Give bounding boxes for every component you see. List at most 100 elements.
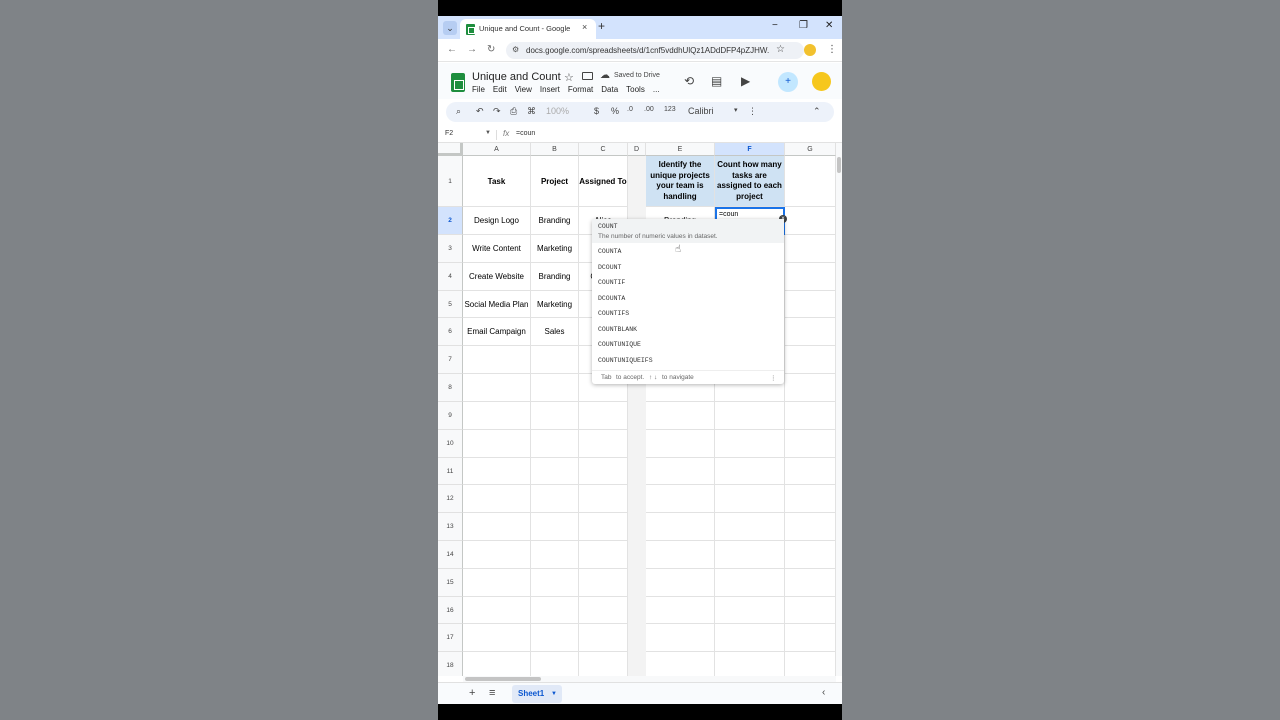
cell-a15[interactable] <box>463 569 531 597</box>
select-all-corner[interactable] <box>438 143 463 156</box>
row-header-5[interactable]: 5 <box>438 291 463 318</box>
avatar[interactable] <box>812 72 831 91</box>
redo-icon[interactable]: ↷ <box>493 106 501 117</box>
cell-b2[interactable]: Branding <box>531 207 579 235</box>
row-header-2[interactable]: 2 <box>438 207 463 235</box>
forward-icon[interactable]: → <box>467 44 477 55</box>
row-header-18[interactable]: 18 <box>438 652 463 676</box>
profile-icon[interactable] <box>804 44 816 56</box>
cell-g6[interactable] <box>785 318 836 346</box>
cell-g14[interactable] <box>785 541 836 569</box>
cell-g1[interactable] <box>785 156 836 207</box>
row-header-11[interactable]: 11 <box>438 458 463 485</box>
back-icon[interactable]: ← <box>447 44 457 55</box>
cell-b8[interactable] <box>531 374 579 402</box>
row-header-3[interactable]: 3 <box>438 235 463 263</box>
menu-file[interactable]: File <box>472 85 485 94</box>
cell-e9[interactable] <box>646 402 715 430</box>
cell-g5[interactable] <box>785 291 836 318</box>
cell-b7[interactable] <box>531 346 579 374</box>
cell-b15[interactable] <box>531 569 579 597</box>
currency-button[interactable]: $ <box>594 106 599 116</box>
all-sheets-icon[interactable]: ≡ <box>489 687 495 699</box>
cell-c17[interactable] <box>579 624 628 652</box>
cell-g13[interactable] <box>785 513 836 541</box>
row-header-4[interactable]: 4 <box>438 263 463 291</box>
cell-g9[interactable] <box>785 402 836 430</box>
search-menus-icon[interactable]: ⌕ <box>456 106 461 117</box>
autocomplete-item[interactable]: DCOUNT <box>598 264 621 271</box>
share-icon[interactable]: + <box>778 72 798 92</box>
cell-f1[interactable]: Count how many tasks are assigned to eac… <box>715 156 785 207</box>
move-folder-icon[interactable] <box>582 72 593 80</box>
autocomplete-item[interactable]: COUNTBLANK <box>598 326 637 333</box>
bookmark-star-icon[interactable]: ☆ <box>776 44 785 55</box>
autocomplete-item[interactable]: COUNTUNIQUE <box>598 341 641 348</box>
name-box[interactable]: F2 <box>445 130 453 137</box>
browser-menu-icon[interactable]: ⋮ <box>827 44 837 55</box>
cell-b6[interactable]: Sales <box>531 318 579 346</box>
cell-c15[interactable] <box>579 569 628 597</box>
spreadsheet-grid[interactable]: A B C D E F G 1 Task Project Assigned To Identify t… <box>438 143 836 676</box>
decrease-decimal-button[interactable]: .0 <box>627 106 633 113</box>
cell-a12[interactable] <box>463 485 531 513</box>
row-header-12[interactable]: 12 <box>438 485 463 513</box>
cell-b9[interactable] <box>531 402 579 430</box>
meet-camera-icon[interactable]: ▶ <box>741 74 750 88</box>
row-header-9[interactable]: 9 <box>438 402 463 430</box>
cell-a3[interactable]: Write Content <box>463 235 531 263</box>
cell-g15[interactable] <box>785 569 836 597</box>
column-header-c[interactable]: C <box>579 143 628 156</box>
star-icon[interactable]: ☆ <box>564 71 574 84</box>
cell-b5[interactable]: Marketing <box>531 291 579 318</box>
autocomplete-item[interactable]: COUNTIFS <box>598 310 629 317</box>
cell-f11[interactable] <box>715 458 785 485</box>
menu-more[interactable]: ... <box>653 85 660 94</box>
cell-g17[interactable] <box>785 624 836 652</box>
autocomplete-item[interactable]: COUNTIF <box>598 279 625 286</box>
cell-e14[interactable] <box>646 541 715 569</box>
percent-button[interactable]: % <box>611 106 619 116</box>
cell-a18[interactable] <box>463 652 531 676</box>
cell-f15[interactable] <box>715 569 785 597</box>
cell-a8[interactable] <box>463 374 531 402</box>
cell-g11[interactable] <box>785 458 836 485</box>
version-history-icon[interactable]: ⟲ <box>684 74 694 88</box>
cell-b12[interactable] <box>531 485 579 513</box>
autocomplete-item[interactable]: DCOUNTA <box>598 295 625 302</box>
cell-e13[interactable] <box>646 513 715 541</box>
cell-f18[interactable] <box>715 652 785 676</box>
sheet-tab[interactable]: Sheet1 ▼ <box>512 685 562 703</box>
cell-f14[interactable] <box>715 541 785 569</box>
cell-c14[interactable] <box>579 541 628 569</box>
row-header-10[interactable]: 10 <box>438 430 463 458</box>
cell-c12[interactable] <box>579 485 628 513</box>
cell-b10[interactable] <box>531 430 579 458</box>
cell-e16[interactable] <box>646 597 715 624</box>
add-sheet-icon[interactable]: + <box>469 687 475 699</box>
cell-f10[interactable] <box>715 430 785 458</box>
cell-f16[interactable] <box>715 597 785 624</box>
cell-e15[interactable] <box>646 569 715 597</box>
menu-edit[interactable]: Edit <box>493 85 507 94</box>
row-header-1[interactable]: 1 <box>438 156 463 207</box>
more-tools-icon[interactable]: ⋮ <box>748 106 757 117</box>
cell-c1[interactable]: Assigned To <box>579 156 628 207</box>
column-header-e[interactable]: E <box>646 143 715 156</box>
cell-c16[interactable] <box>579 597 628 624</box>
cell-a5[interactable]: Social Media Plan <box>463 291 531 318</box>
cell-f17[interactable] <box>715 624 785 652</box>
column-header-d[interactable]: D <box>628 143 646 156</box>
cell-g16[interactable] <box>785 597 836 624</box>
cell-a17[interactable] <box>463 624 531 652</box>
restore-icon[interactable]: ❐ <box>799 20 808 31</box>
cell-c18[interactable] <box>579 652 628 676</box>
cell-b11[interactable] <box>531 458 579 485</box>
row-header-6[interactable]: 6 <box>438 318 463 346</box>
cell-b1[interactable]: Project <box>531 156 579 207</box>
cell-f9[interactable] <box>715 402 785 430</box>
cell-a10[interactable] <box>463 430 531 458</box>
cell-g18[interactable] <box>785 652 836 676</box>
font-dropdown-icon[interactable]: ▾ <box>734 106 738 114</box>
cell-a4[interactable]: Create Website <box>463 263 531 291</box>
